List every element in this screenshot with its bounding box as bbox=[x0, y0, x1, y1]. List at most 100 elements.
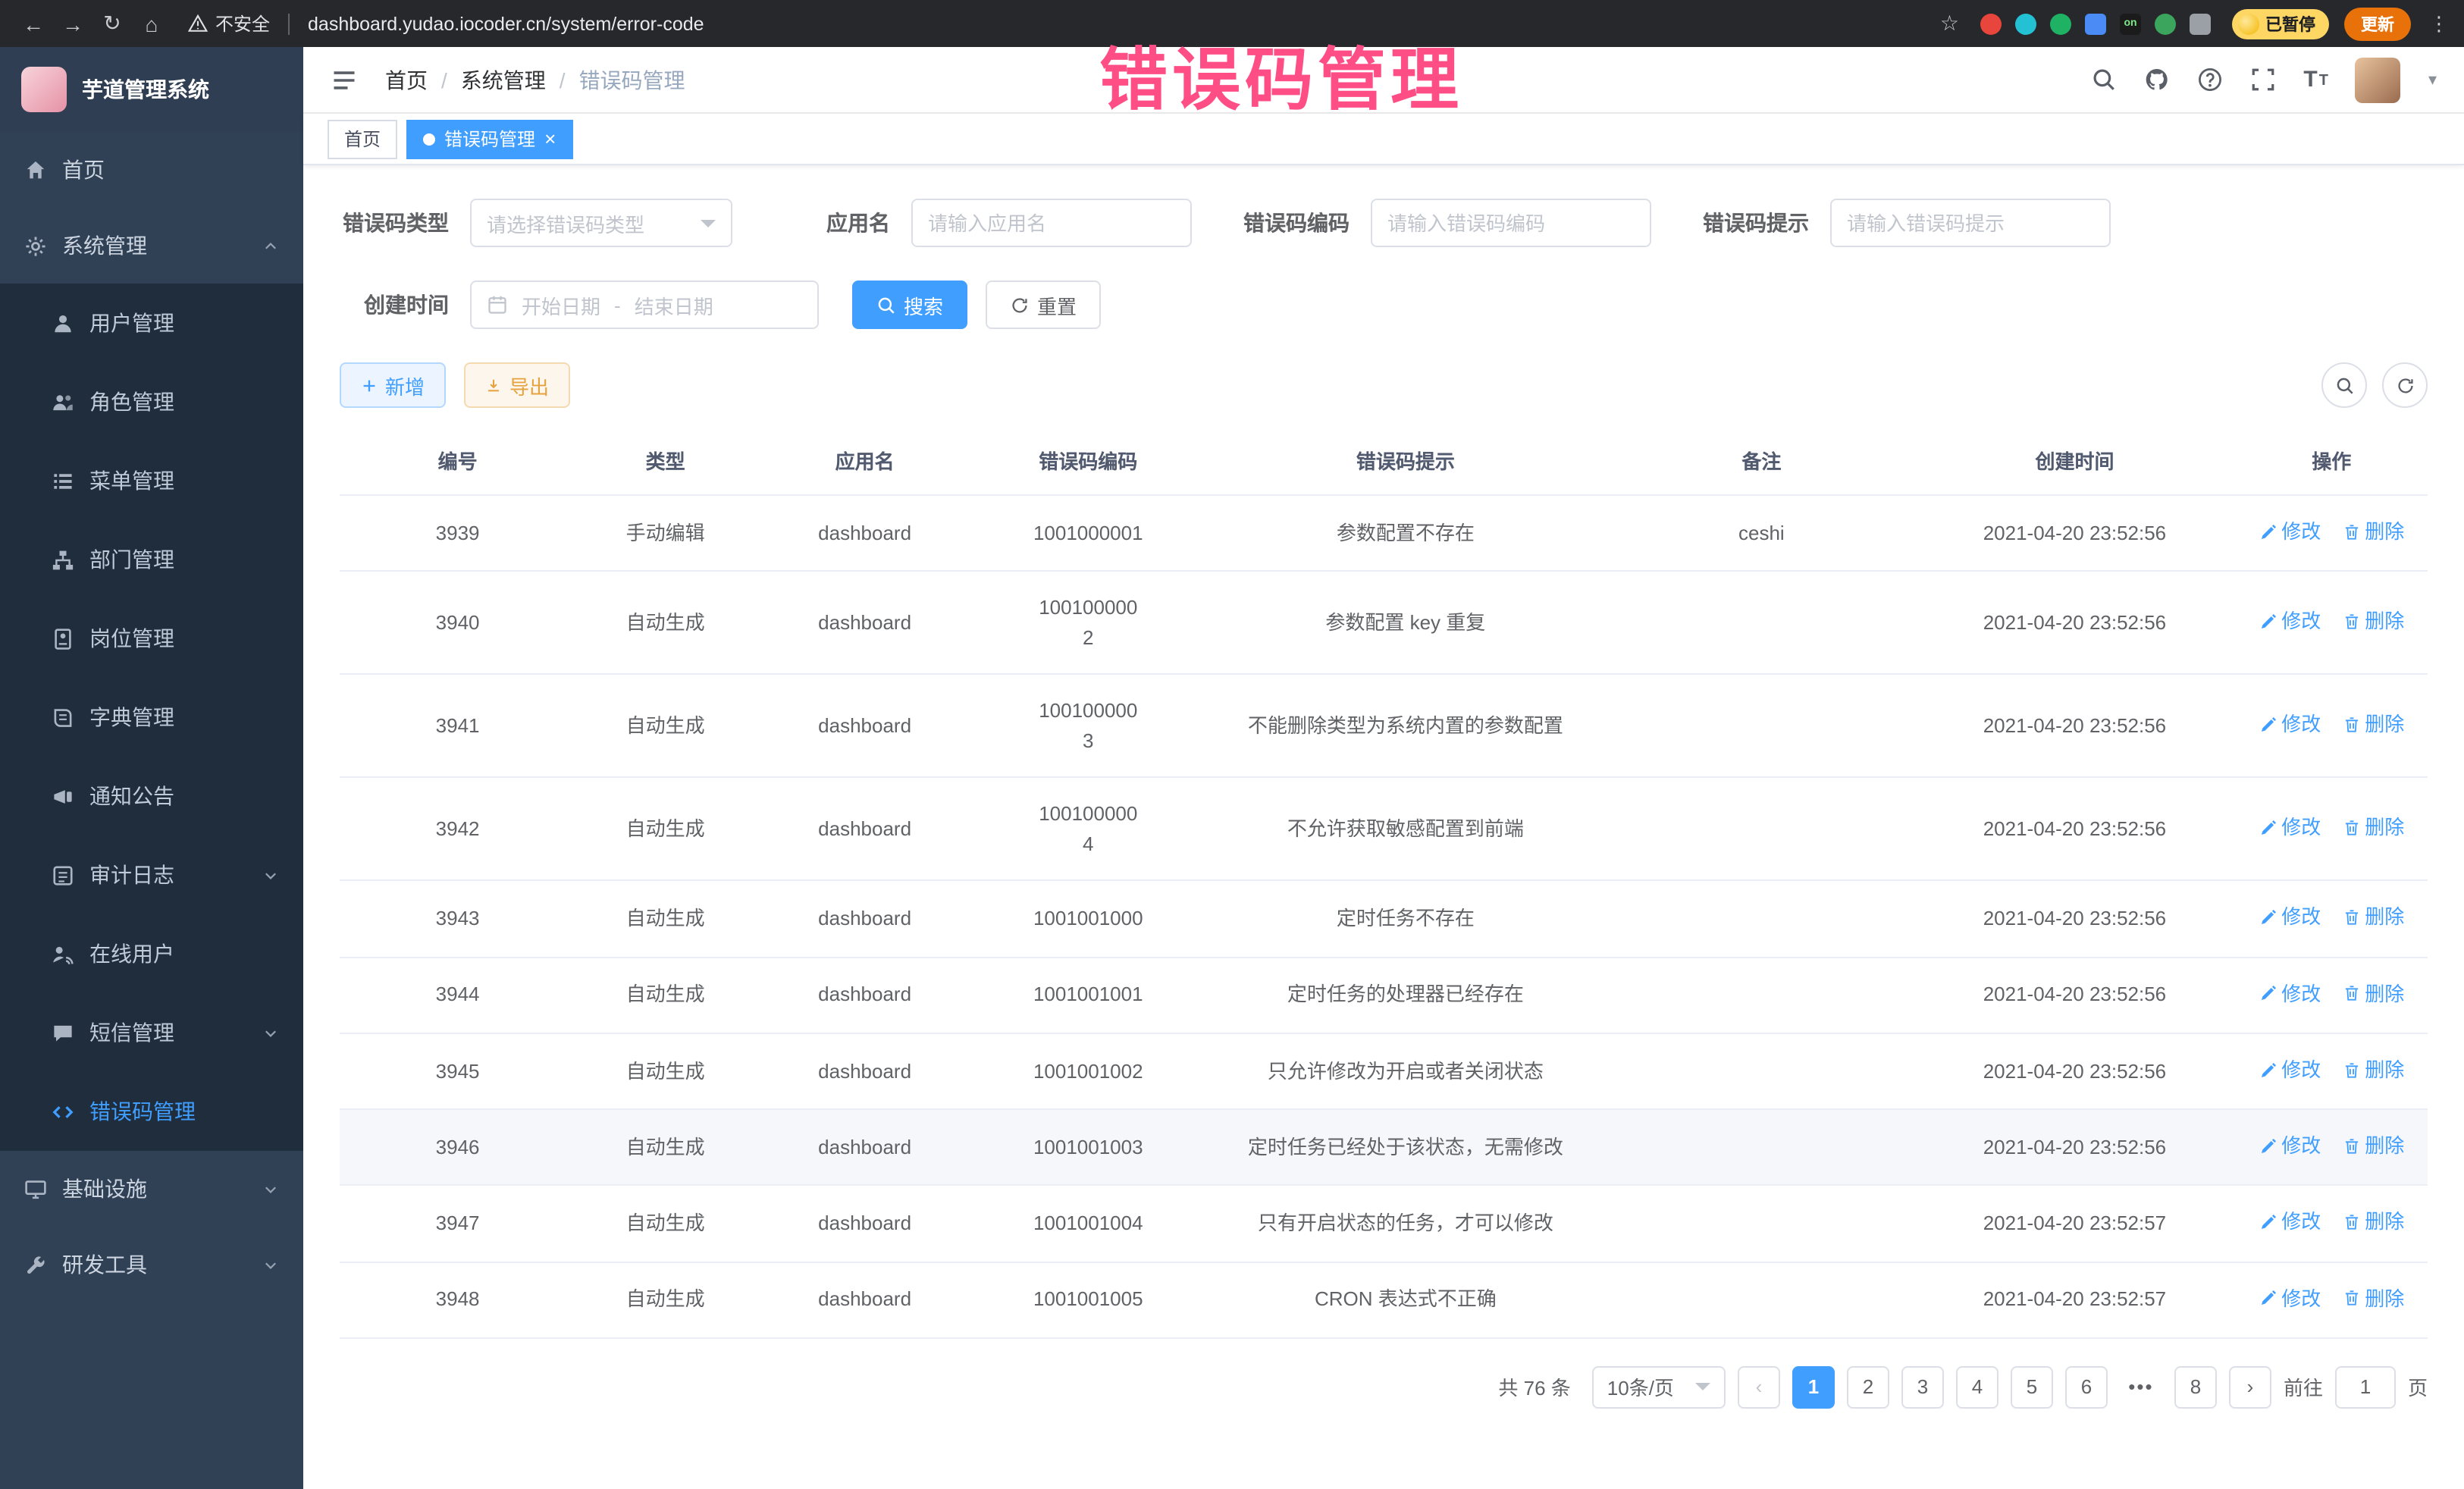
browser-forward-button[interactable]: → bbox=[55, 11, 91, 36]
app-name-input[interactable] bbox=[911, 199, 1192, 247]
sidebar-item-notice-announcement[interactable]: 通知公告 bbox=[0, 757, 303, 835]
page-button-1[interactable]: 1 bbox=[1792, 1366, 1835, 1409]
fullscreen-icon[interactable] bbox=[2250, 67, 2276, 92]
page-ellipsis[interactable]: ••• bbox=[2120, 1366, 2162, 1409]
page-button-2[interactable]: 2 bbox=[1847, 1366, 1889, 1409]
page-button-8[interactable]: 8 bbox=[2174, 1366, 2217, 1409]
search-button[interactable]: 搜索 bbox=[852, 281, 967, 329]
app-logo[interactable]: 芋道管理系统 bbox=[0, 47, 303, 132]
hamburger-icon[interactable] bbox=[331, 66, 358, 93]
delete-link[interactable]: 删除 bbox=[2342, 607, 2404, 636]
edit-link[interactable]: 修改 bbox=[2259, 1055, 2321, 1085]
browser-update-button[interactable]: 更新 bbox=[2344, 7, 2411, 40]
tab-error-code[interactable]: 错误码管理 × bbox=[406, 119, 572, 158]
filter-row-1: 错误码类型 请选择错误码类型 应用名 错误码编码 bbox=[340, 199, 2428, 247]
font-size-icon[interactable]: T T bbox=[2303, 68, 2328, 91]
sidebar-item-sms-management[interactable]: 短信管理 bbox=[0, 993, 303, 1072]
extension-green-icon[interactable] bbox=[2155, 13, 2176, 34]
extension-red-icon[interactable] bbox=[1980, 13, 2002, 34]
cell-type: 自动生成 bbox=[575, 1262, 755, 1338]
prev-page-button[interactable]: ‹ bbox=[1738, 1366, 1780, 1409]
page-button-3[interactable]: 3 bbox=[1901, 1366, 1944, 1409]
delete-link[interactable]: 删除 bbox=[2342, 1284, 2404, 1313]
delete-link[interactable]: 删除 bbox=[2342, 979, 2404, 1008]
delete-link[interactable]: 删除 bbox=[2342, 903, 2404, 933]
table-refresh-button[interactable] bbox=[2382, 362, 2428, 408]
user-avatar[interactable] bbox=[2356, 57, 2401, 102]
delete-link[interactable]: 删除 bbox=[2342, 1208, 2404, 1237]
edit-link[interactable]: 修改 bbox=[2259, 1208, 2321, 1237]
cell-app: dashboard bbox=[755, 495, 974, 572]
browser-reload-button[interactable]: ↻ bbox=[94, 11, 130, 36]
goto-page-input[interactable] bbox=[2335, 1366, 2396, 1409]
edit-link[interactable]: 修改 bbox=[2259, 517, 2321, 547]
caret-down-icon[interactable]: ▾ bbox=[2428, 70, 2437, 89]
github-icon[interactable] bbox=[2144, 67, 2170, 92]
sidebar-item-role-management[interactable]: 角色管理 bbox=[0, 362, 303, 441]
breadcrumb-home[interactable]: 首页 bbox=[385, 64, 428, 95]
refresh-icon bbox=[1010, 295, 1030, 315]
sidebar-item-infrastructure[interactable]: 基础设施 bbox=[0, 1151, 303, 1227]
page-button-6[interactable]: 6 bbox=[2065, 1366, 2108, 1409]
sidebar-item-dept-management[interactable]: 部门管理 bbox=[0, 520, 303, 599]
edit-link[interactable]: 修改 bbox=[2259, 813, 2321, 842]
extension-teal-icon[interactable] bbox=[2015, 13, 2036, 34]
sidebar-item-system-management[interactable]: 系统管理 bbox=[0, 208, 303, 284]
error-type-select[interactable]: 请选择错误码类型 bbox=[470, 199, 732, 247]
address-url[interactable]: dashboard.yudao.iocoder.cn/system/error-… bbox=[308, 13, 704, 34]
sidebar-item-dev-tools[interactable]: 研发工具 bbox=[0, 1227, 303, 1302]
sidebar-item-post-management[interactable]: 岗位管理 bbox=[0, 599, 303, 678]
export-button[interactable]: 导出 bbox=[464, 362, 570, 408]
edit-link[interactable]: 修改 bbox=[2259, 607, 2321, 636]
delete-link[interactable]: 删除 bbox=[2342, 1055, 2404, 1085]
trash-icon bbox=[2342, 1061, 2360, 1079]
security-label[interactable]: 不安全 bbox=[215, 11, 270, 36]
cell-code: 100100000 3 bbox=[974, 675, 1202, 778]
cell-time: 2021-04-20 23:52:56 bbox=[1914, 675, 2235, 778]
paused-badge[interactable]: 已暂停 bbox=[2232, 8, 2329, 39]
next-page-button[interactable]: › bbox=[2229, 1366, 2271, 1409]
reset-button[interactable]: 重置 bbox=[986, 281, 1101, 329]
pencil-icon bbox=[2259, 523, 2277, 541]
add-button[interactable]: 新增 bbox=[340, 362, 446, 408]
date-range-picker[interactable]: 开始日期 - 结束日期 bbox=[470, 281, 819, 329]
table-search-toggle-button[interactable] bbox=[2321, 362, 2367, 408]
breadcrumb-system[interactable]: 系统管理 bbox=[461, 64, 546, 95]
browser-back-button[interactable]: ← bbox=[15, 11, 52, 36]
page-button-4[interactable]: 4 bbox=[1956, 1366, 1998, 1409]
header-search-icon[interactable] bbox=[2091, 67, 2117, 92]
extension-puzzle-icon[interactable] bbox=[2190, 13, 2211, 34]
sidebar-item-user-management[interactable]: 用户管理 bbox=[0, 284, 303, 362]
extension-blue-grid-icon[interactable] bbox=[2085, 13, 2106, 34]
sidebar-item-online-user[interactable]: 在线用户 bbox=[0, 914, 303, 993]
sidebar-item-home[interactable]: 首页 bbox=[0, 132, 303, 208]
browser-menu-icon[interactable]: ⋮ bbox=[2429, 11, 2449, 36]
extension-on-dark-icon[interactable]: on bbox=[2120, 13, 2141, 34]
delete-link[interactable]: 删除 bbox=[2342, 1131, 2404, 1161]
page-size-select[interactable]: 10条/页 bbox=[1592, 1366, 1726, 1409]
sidebar-item-dict-management[interactable]: 字典管理 bbox=[0, 678, 303, 757]
delete-link[interactable]: 删除 bbox=[2342, 710, 2404, 739]
help-icon[interactable] bbox=[2197, 67, 2223, 92]
delete-link[interactable]: 删除 bbox=[2342, 517, 2404, 547]
sidebar-item-menu-management[interactable]: 菜单管理 bbox=[0, 441, 303, 520]
start-date-input[interactable]: 开始日期 bbox=[522, 290, 600, 319]
bookmark-star-icon[interactable]: ☆ bbox=[1940, 11, 1959, 36]
end-date-input[interactable]: 结束日期 bbox=[635, 290, 713, 319]
tab-home[interactable]: 首页 bbox=[328, 119, 397, 158]
close-icon[interactable]: × bbox=[544, 129, 556, 149]
edit-link[interactable]: 修改 bbox=[2259, 903, 2321, 933]
edit-link[interactable]: 修改 bbox=[2259, 710, 2321, 739]
edit-link[interactable]: 修改 bbox=[2259, 1284, 2321, 1313]
error-msg-input[interactable] bbox=[1830, 199, 2111, 247]
edit-link[interactable]: 修改 bbox=[2259, 1131, 2321, 1161]
error-code-input[interactable] bbox=[1371, 199, 1651, 247]
browser-home-button[interactable]: ⌂ bbox=[133, 11, 170, 36]
sidebar-item-audit-log[interactable]: 审计日志 bbox=[0, 835, 303, 914]
page-button-5[interactable]: 5 bbox=[2011, 1366, 2053, 1409]
extension-green-check-icon[interactable] bbox=[2050, 13, 2071, 34]
delete-link[interactable]: 删除 bbox=[2342, 813, 2404, 842]
edit-link[interactable]: 修改 bbox=[2259, 979, 2321, 1008]
cell-remark bbox=[1609, 1262, 1914, 1338]
sidebar-item-error-code-management[interactable]: 错误码管理 bbox=[0, 1072, 303, 1151]
